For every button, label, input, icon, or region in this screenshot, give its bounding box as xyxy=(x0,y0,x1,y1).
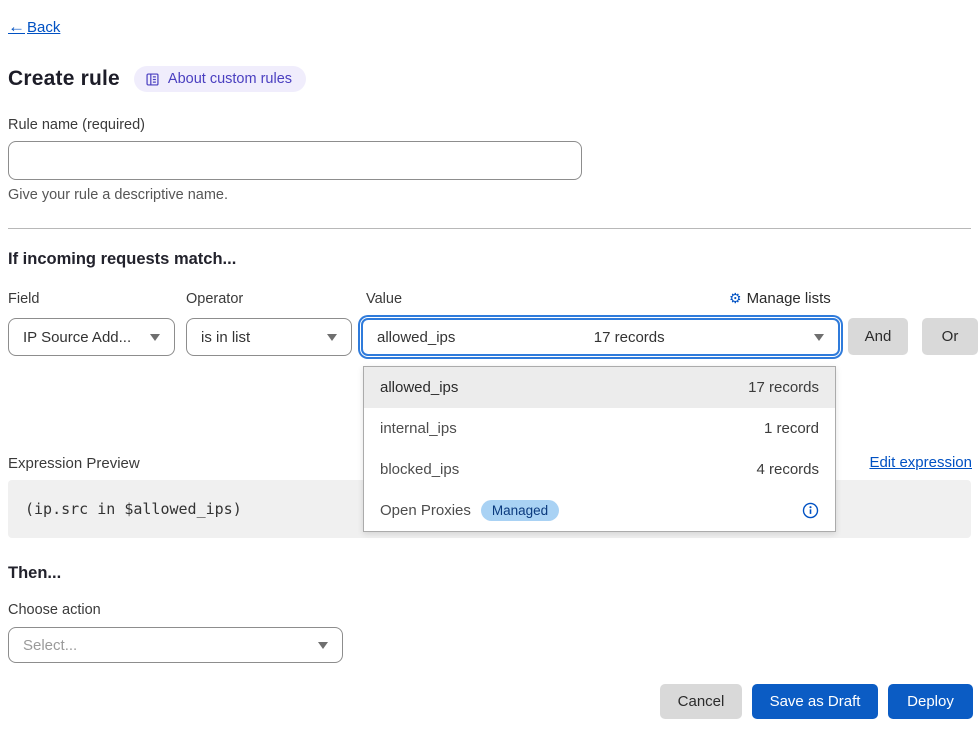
list-item-name: blocked_ips xyxy=(380,461,459,478)
value-select[interactable]: allowed_ips 17 records xyxy=(361,318,840,356)
value-select-count: 17 records xyxy=(594,329,665,346)
managed-badge: Managed xyxy=(481,500,559,521)
rule-name-label: Rule name (required) xyxy=(8,117,145,133)
book-icon xyxy=(145,72,160,87)
gear-icon: ⚙ xyxy=(729,290,742,307)
about-badge-label: About custom rules xyxy=(168,71,292,87)
value-label: Value xyxy=(366,291,402,307)
value-select-name: allowed_ips xyxy=(377,329,455,346)
choose-action-label: Choose action xyxy=(8,602,101,618)
section-divider xyxy=(8,228,971,229)
about-custom-rules-badge[interactable]: About custom rules xyxy=(134,66,306,92)
operator-label: Operator xyxy=(186,291,243,307)
chevron-down-icon xyxy=(814,334,824,341)
list-item-internal-ips[interactable]: internal_ips 1 record xyxy=(364,408,835,449)
list-item-blocked-ips[interactable]: blocked_ips 4 records xyxy=(364,449,835,490)
list-item-count: 4 records xyxy=(756,461,819,478)
cancel-button[interactable]: Cancel xyxy=(660,684,742,719)
back-link[interactable]: ← Back xyxy=(8,17,60,37)
back-arrow-icon: ← xyxy=(8,17,25,37)
expression-code: (ip.src in $allowed_ips) xyxy=(25,500,242,518)
edit-expression-link[interactable]: Edit expression xyxy=(869,454,972,471)
list-item-name: Open Proxies xyxy=(380,502,471,519)
or-button[interactable]: Or xyxy=(922,318,978,355)
title-row: Create rule About custom rules xyxy=(8,66,306,92)
page-title: Create rule xyxy=(8,67,120,91)
rule-name-input[interactable] xyxy=(8,141,582,180)
field-label: Field xyxy=(8,291,39,307)
chevron-down-icon xyxy=(327,334,337,341)
expression-preview-label: Expression Preview xyxy=(8,455,140,472)
operator-select-value: is in list xyxy=(201,329,250,346)
then-section-heading: Then... xyxy=(8,564,61,583)
list-item-open-proxies[interactable]: Open Proxies Managed xyxy=(364,490,835,531)
deploy-button[interactable]: Deploy xyxy=(888,684,973,719)
rule-name-helper: Give your rule a descriptive name. xyxy=(8,187,228,203)
manage-lists-label: Manage lists xyxy=(747,290,831,307)
save-as-draft-button[interactable]: Save as Draft xyxy=(752,684,878,719)
chevron-down-icon xyxy=(150,334,160,341)
list-dropdown-panel: allowed_ips 17 records internal_ips 1 re… xyxy=(363,366,836,532)
list-item-allowed-ips[interactable]: allowed_ips 17 records xyxy=(364,367,835,408)
list-item-name: allowed_ips xyxy=(380,379,458,396)
action-select-placeholder: Select... xyxy=(23,637,77,654)
info-icon[interactable] xyxy=(802,502,819,519)
field-select-value: IP Source Add... xyxy=(23,329,131,346)
back-label: Back xyxy=(27,19,60,36)
action-select[interactable]: Select... xyxy=(8,627,343,663)
chevron-down-icon xyxy=(318,642,328,649)
list-item-count: 17 records xyxy=(748,379,819,396)
field-select[interactable]: IP Source Add... xyxy=(8,318,175,356)
operator-select[interactable]: is in list xyxy=(186,318,352,356)
manage-lists-link[interactable]: ⚙ Manage lists xyxy=(729,290,840,307)
and-button[interactable]: And xyxy=(848,318,908,355)
list-item-count: 1 record xyxy=(764,420,819,437)
list-item-name: internal_ips xyxy=(380,420,457,437)
match-section-heading: If incoming requests match... xyxy=(8,250,236,269)
create-rule-page: ← Back Create rule About custom rules Ru… xyxy=(0,0,979,739)
